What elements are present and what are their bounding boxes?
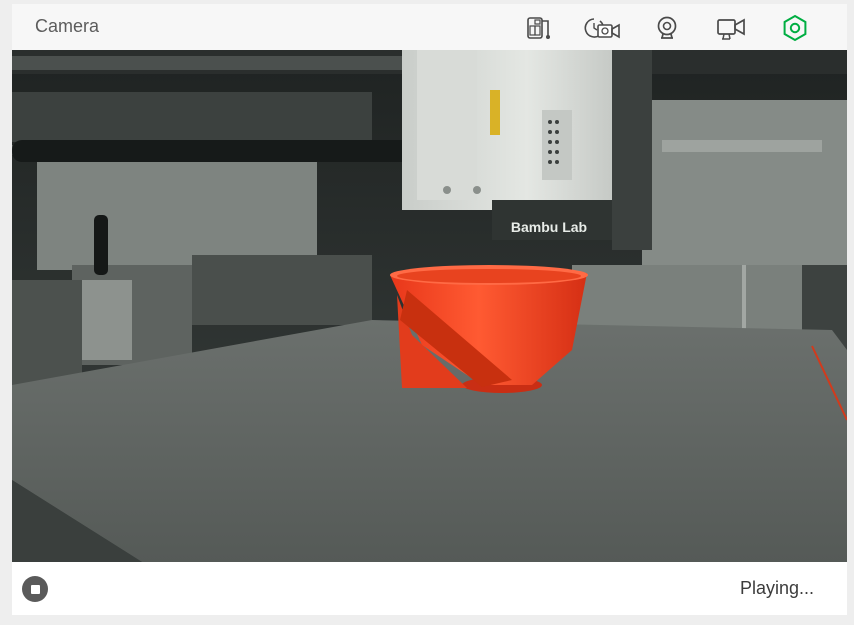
stop-button[interactable] — [22, 576, 48, 602]
video-frame: Bambu Lab — [12, 50, 847, 562]
camera-video-feed[interactable]: Bambu Lab — [12, 50, 847, 562]
playback-status: Playing... — [739, 578, 814, 598]
camera-footer: Playing... — [12, 562, 847, 615]
camera-header: Camera — [12, 4, 847, 50]
connection-status-icon[interactable] — [773, 12, 817, 44]
toolhead-nameplate: Bambu Lab — [511, 219, 587, 235]
panel-title: Camera — [35, 16, 100, 36]
camera-toolbar — [497, 12, 817, 44]
webcam-icon[interactable] — [645, 12, 689, 44]
camera-panel: Camera Bambu Lab Playing... — [12, 4, 847, 615]
stop-icon — [30, 584, 40, 594]
video-record-icon[interactable] — [709, 12, 753, 44]
sd-card-files-icon[interactable] — [517, 12, 561, 44]
timelapse-icon[interactable] — [581, 12, 625, 44]
